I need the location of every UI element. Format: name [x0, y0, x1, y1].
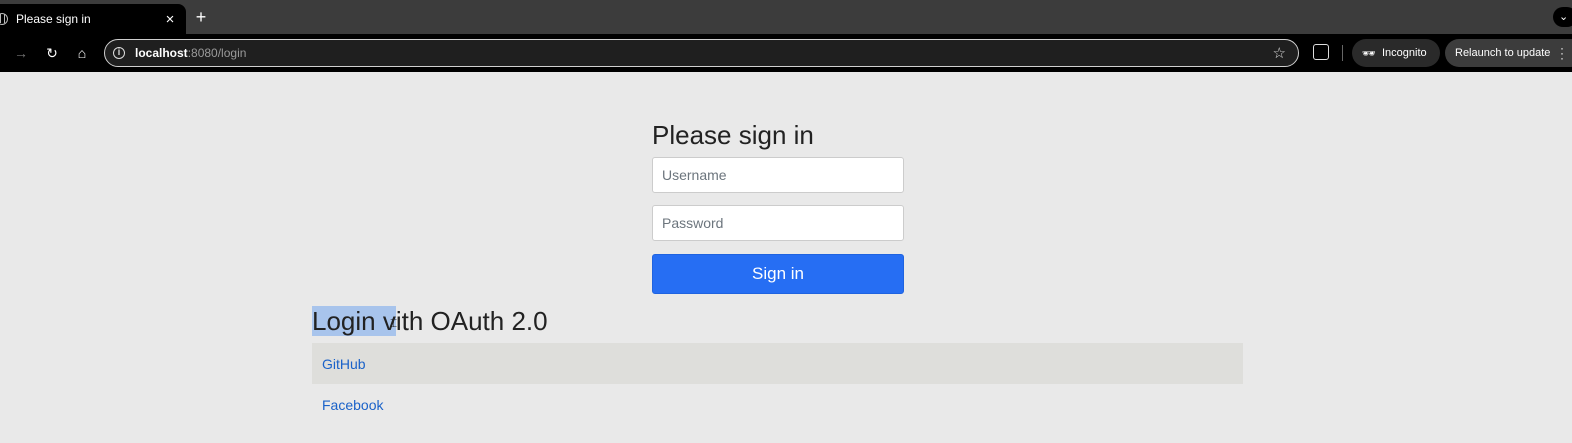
- reload-icon[interactable]: ↻: [42, 43, 62, 63]
- oauth-heading-rest: ith OAuth 2.0: [395, 306, 548, 336]
- close-tab-icon[interactable]: ×: [162, 11, 178, 28]
- home-icon[interactable]: ⌂: [72, 43, 92, 63]
- incognito-icon: 🕶: [1362, 47, 1376, 60]
- new-tab-button[interactable]: +: [192, 8, 210, 27]
- username-input[interactable]: [652, 157, 904, 193]
- tab-search-icon[interactable]: ⌄: [1553, 7, 1572, 27]
- puzzle-icon[interactable]: [1313, 44, 1329, 60]
- url-text[interactable]: localhost:8080/login: [135, 46, 246, 60]
- password-input[interactable]: [652, 205, 904, 241]
- address-bar[interactable]: i localhost:8080/login ☆: [104, 39, 1299, 67]
- relaunch-button[interactable]: Relaunch to update: [1445, 39, 1572, 67]
- github-link[interactable]: GitHub: [322, 356, 366, 372]
- incognito-indicator[interactable]: 🕶 Incognito: [1352, 39, 1440, 67]
- page-title: Please sign in: [652, 120, 814, 150]
- selected-text: Login v: [312, 306, 396, 336]
- browser-tab[interactable]: Please sign in ×: [0, 4, 186, 34]
- globe-icon: [0, 13, 8, 25]
- back-arrow-icon[interactable]: →: [11, 43, 31, 63]
- kebab-menu-icon[interactable]: · · ·: [1560, 42, 1566, 64]
- browser-toolbar: → ↻ ⌂ i localhost:8080/login ☆ 🕶 Incogni…: [0, 34, 1572, 72]
- toolbar-divider: [1342, 45, 1343, 61]
- login-page: Please sign in Sign in Login vith OAuth …: [0, 72, 1572, 443]
- oauth-heading: Login vith OAuth 2.0: [312, 306, 548, 337]
- url-path: :8080/login: [187, 46, 247, 60]
- oauth-provider-row: Facebook: [312, 384, 1243, 425]
- sign-in-button[interactable]: Sign in: [652, 254, 904, 294]
- site-info-icon[interactable]: i: [113, 47, 125, 59]
- tab-title: Please sign in: [16, 12, 91, 26]
- tab-strip: Please sign in × + ⌄: [0, 0, 1572, 34]
- text-cursor-icon: ⌶: [390, 316, 398, 330]
- url-host: localhost: [135, 46, 188, 60]
- star-icon[interactable]: ☆: [1273, 44, 1286, 62]
- oauth-provider-row: GitHub: [312, 343, 1243, 384]
- facebook-link[interactable]: Facebook: [322, 397, 383, 413]
- incognito-label: Incognito: [1381, 47, 1427, 59]
